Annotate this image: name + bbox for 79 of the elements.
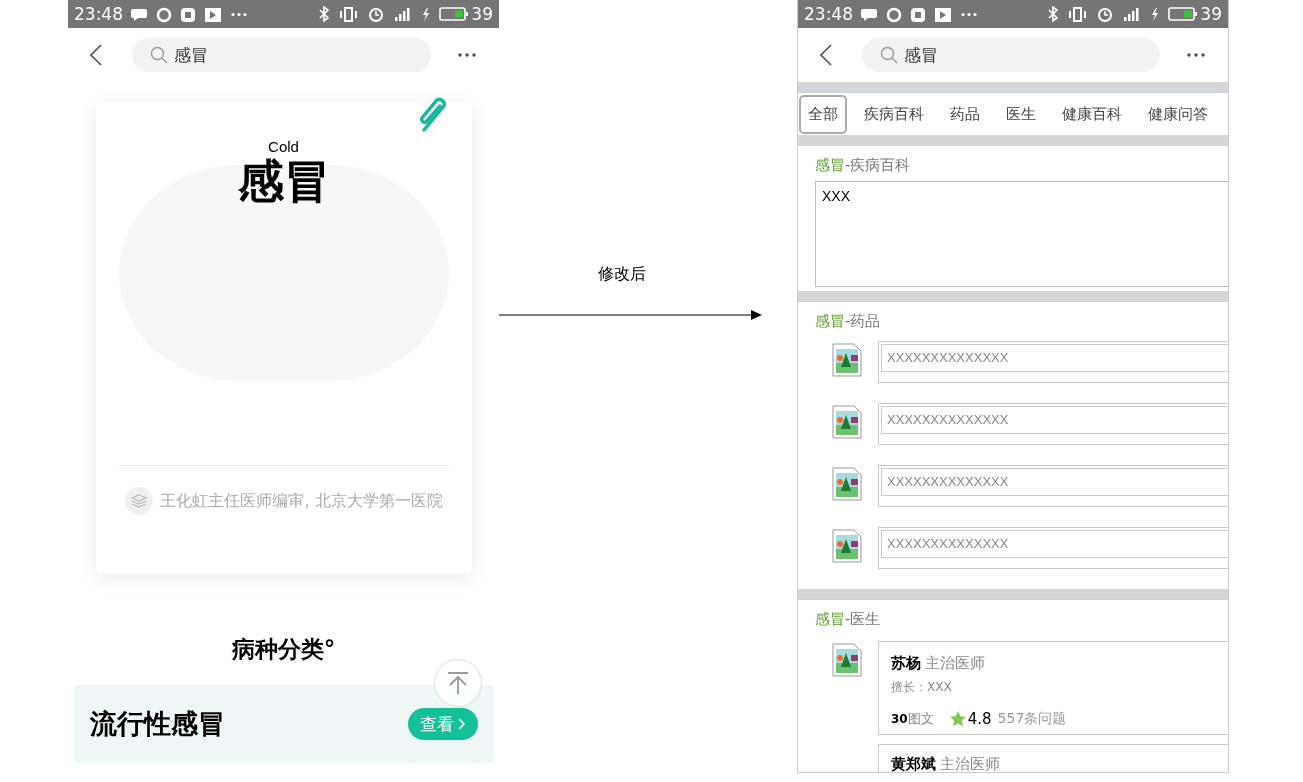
drug-name-field: XXXXXXXXXXXXXX	[881, 344, 1228, 372]
signal-icon	[1122, 5, 1141, 23]
category-tab[interactable]: 全部	[799, 94, 847, 134]
play-icon	[933, 5, 953, 23]
search-icon	[150, 46, 168, 64]
article-count: 30	[891, 712, 908, 726]
chevron-icon	[457, 718, 466, 730]
doctor-card[interactable]: 苏杨 主治医师 擅长：XXX 30图文 4.8 557条问题	[878, 641, 1228, 735]
play-icon	[203, 5, 223, 23]
broken-image-icon	[832, 529, 862, 563]
category-tab[interactable]: 药品	[941, 94, 989, 134]
back-icon[interactable]	[90, 44, 102, 66]
article-label: 图文	[907, 710, 934, 728]
heading-keyword: 感冒	[815, 610, 845, 628]
doctor-name: 苏杨	[891, 654, 921, 673]
category-title: 流行性感冒	[89, 707, 225, 741]
transition-label: 修改后	[598, 264, 646, 285]
category-card[interactable]: 流行性感冒 查看	[73, 685, 494, 763]
category-tab[interactable]: 健康问答	[1139, 94, 1217, 134]
category-tab[interactable]: 医生	[997, 94, 1045, 134]
search-icon	[880, 46, 898, 64]
category-tab[interactable]: 健康百科	[1053, 94, 1131, 134]
up-arrow-icon	[446, 671, 469, 695]
broken-image-icon	[832, 405, 862, 439]
battery-percent: 39	[1200, 4, 1222, 24]
category-tab[interactable]: 疾病百科	[855, 94, 933, 134]
bluetooth-icon	[1046, 5, 1061, 23]
section-heading: -药品	[845, 312, 881, 330]
more-notifications-icon	[959, 11, 979, 17]
square-app-icon	[179, 5, 197, 23]
doctor-specialty: 擅长：XXX	[891, 679, 953, 696]
section-heading: -医生	[845, 610, 881, 628]
battery-percent: 39	[471, 4, 493, 24]
signal-icon	[393, 5, 412, 23]
more-icon[interactable]	[1186, 52, 1206, 58]
status-time: 23:48	[804, 4, 853, 24]
star-icon	[949, 711, 966, 727]
bluetooth-icon	[317, 5, 332, 23]
vibrate-icon	[339, 5, 360, 23]
more-icon[interactable]	[457, 52, 477, 58]
section-heading: -疾病百科	[845, 156, 911, 174]
author-text: 王化虹主任医师编审, 北京大学第一医院	[160, 490, 443, 512]
doctor-title: 主治医师	[940, 755, 1000, 772]
broken-image-icon	[832, 643, 862, 677]
body-text: XXX	[822, 188, 850, 204]
books-icon	[124, 486, 155, 516]
drug-name-field: XXXXXXXXXXXXXX	[881, 530, 1228, 558]
battery-icon	[1168, 6, 1199, 22]
battery-icon	[439, 6, 470, 22]
drug-card[interactable]: XXXXXXXXXXXXXX	[878, 341, 1228, 383]
vibrate-icon	[1068, 5, 1089, 23]
more-notifications-icon	[229, 11, 249, 17]
section-title: 病种分类°	[231, 635, 336, 664]
question-count: 557条问题	[997, 710, 1067, 728]
ring-icon	[885, 5, 903, 23]
broken-image-icon	[832, 343, 862, 377]
doctor-title: 主治医师	[925, 654, 985, 673]
drug-name-field: XXXXXXXXXXXXXX	[881, 468, 1228, 496]
rating: 4.8	[967, 710, 992, 728]
drug-card[interactable]: XXXXXXXXXXXXXX	[878, 465, 1228, 507]
ring-icon	[155, 5, 173, 23]
drug-card[interactable]: XXXXXXXXXXXXXX	[878, 403, 1228, 445]
search-field[interactable]: 感冒	[132, 38, 431, 72]
alarm-icon	[1096, 5, 1115, 23]
back-icon[interactable]	[820, 44, 832, 66]
disease-title: 感冒	[237, 155, 330, 207]
drug-name-field: XXXXXXXXXXXXXX	[881, 406, 1228, 434]
doctor-name: 黄郑斌	[891, 755, 936, 772]
status-time: 23:48	[74, 4, 123, 24]
back-to-top-button[interactable]	[433, 659, 482, 707]
drug-card[interactable]: XXXXXXXXXXXXXX	[878, 527, 1228, 569]
heading-keyword: 感冒	[815, 312, 845, 330]
disease-subtitle: Cold	[268, 138, 299, 155]
search-field[interactable]: 感冒	[862, 38, 1160, 72]
doctor-card[interactable]: 黄郑斌 主治医师	[878, 744, 1228, 772]
alarm-icon	[367, 5, 386, 23]
square-app-icon	[909, 5, 927, 23]
broken-image-icon	[832, 467, 862, 501]
heading-keyword: 感冒	[815, 156, 845, 174]
